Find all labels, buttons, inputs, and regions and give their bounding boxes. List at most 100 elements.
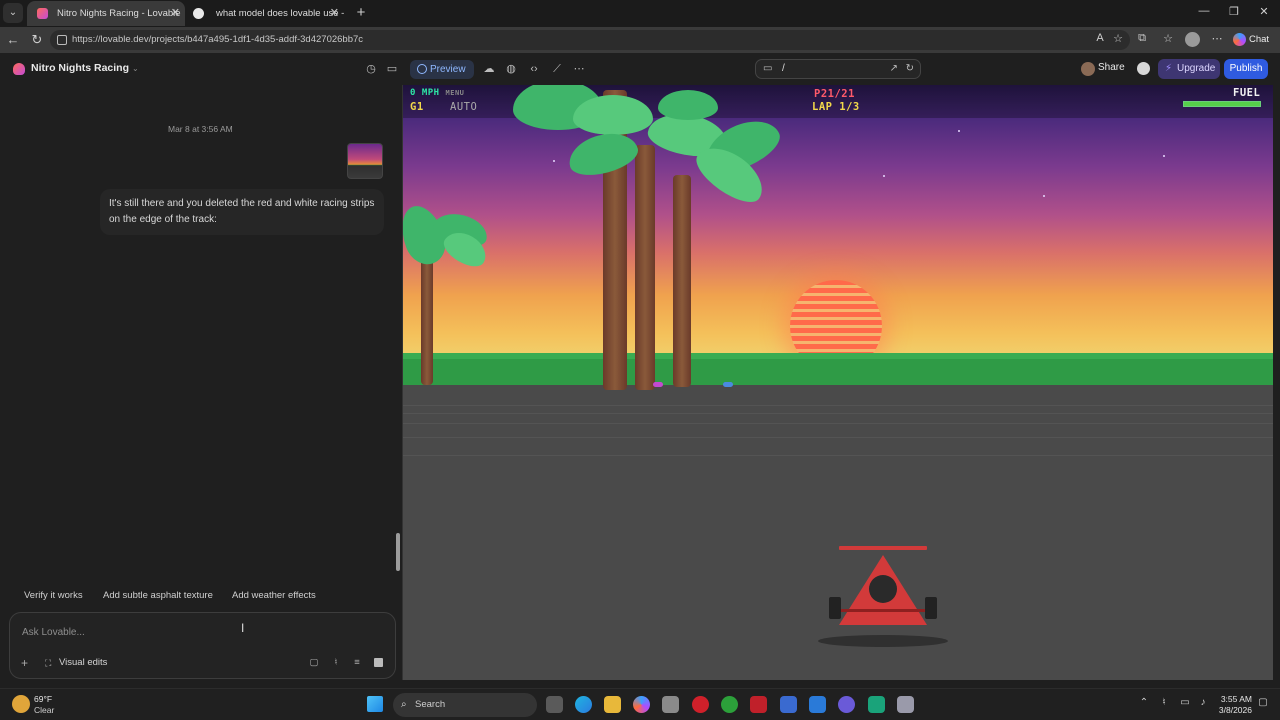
close-tab-icon[interactable]: ✕ [330, 1, 339, 26]
browser-tab-search[interactable]: what model does lovable use - Go ✕ [186, 1, 344, 26]
stop-generation-icon[interactable] [374, 658, 383, 667]
fuel-gauge [1183, 101, 1261, 107]
minimize-icon[interactable]: — [1196, 5, 1212, 17]
more-menu-icon[interactable]: ⋯ [1209, 32, 1225, 45]
visual-edits-button[interactable]: Visual edits [59, 657, 107, 668]
car-side-pod [833, 609, 933, 612]
queue-icon[interactable]: ≡ [351, 657, 363, 668]
edge-browser-icon[interactable] [575, 696, 592, 713]
taskbar-search[interactable]: ⌕ Search [393, 693, 537, 717]
speed-readout: 0 MPH [410, 88, 440, 98]
app-icon-blue[interactable] [780, 696, 797, 713]
restore-icon[interactable]: ❐ [1226, 5, 1242, 18]
add-attachment-icon[interactable]: + [21, 656, 28, 670]
palm-leaf [573, 95, 653, 135]
reload-preview-icon[interactable]: ↻ [906, 63, 914, 74]
site-info-icon[interactable] [57, 35, 67, 45]
app-icon-gray[interactable] [897, 696, 914, 713]
hud-position: P21/21 [814, 88, 855, 100]
weather-condition[interactable]: Clear [34, 705, 54, 715]
hud-gear: G1 [410, 101, 424, 113]
collaborator-avatar[interactable] [1081, 62, 1095, 76]
game-preview-canvas[interactable]: 0 MPH MENU G1 AUTO P21/21 LAP 1/3 FUEL [402, 85, 1273, 680]
outlook-icon[interactable] [809, 696, 826, 713]
url-field[interactable]: https://lovable.dev/projects/b447a495-1d… [50, 30, 1130, 50]
more-options-icon[interactable]: ⋯ [572, 62, 586, 76]
suggestion-weather-effects[interactable]: Add weather effects [232, 589, 316, 603]
microphone-icon[interactable]: ♮ [330, 657, 342, 668]
close-tab-icon[interactable]: ✕ [171, 1, 180, 26]
file-explorer-icon[interactable] [604, 696, 621, 713]
publish-button[interactable]: Publish [1224, 59, 1268, 79]
device-icon[interactable]: ▭ [763, 63, 772, 74]
tab-title: Nitro Nights Racing - Lovable [57, 8, 181, 19]
upgrade-label: Upgrade [1177, 63, 1216, 74]
extensions-icon[interactable]: ⧉ [1134, 32, 1150, 45]
refresh-icon[interactable]: ↻ [29, 32, 45, 48]
app-icon-purple[interactable] [838, 696, 855, 713]
xbox-icon[interactable] [721, 696, 738, 713]
start-menu-icon[interactable] [367, 696, 383, 712]
microphone-tray-icon[interactable]: ♮ [1157, 697, 1171, 708]
new-tab-icon[interactable]: + [352, 4, 370, 22]
hud-speed: 0 MPH MENU [410, 88, 464, 98]
hud-fuel-label: FUEL [1233, 87, 1261, 99]
app-icon-red[interactable] [750, 696, 767, 713]
weather-moon-icon[interactable] [12, 695, 30, 713]
copilot-chat-button[interactable]: Chat [1233, 31, 1269, 49]
profile-avatar[interactable] [1185, 32, 1200, 47]
volume-icon[interactable]: ♪ [1196, 697, 1210, 708]
menu-button[interactable]: MENU [446, 89, 465, 97]
favorites-icon[interactable]: ☆ [1160, 32, 1176, 45]
code-icon[interactable]: ‹› [527, 62, 541, 76]
road-stripe [403, 455, 1273, 456]
app-icon-teal[interactable] [868, 696, 885, 713]
palette-icon[interactable]: ◍ [504, 62, 518, 76]
star [883, 175, 885, 177]
history-icon[interactable]: ◷ [364, 62, 378, 76]
close-window-icon[interactable]: ✕ [1256, 5, 1272, 18]
clock-date: 3/8/2026 [1218, 705, 1252, 715]
notifications-icon[interactable]: ▢ [1256, 697, 1270, 708]
favorite-star-icon[interactable]: ☆ [1110, 32, 1126, 45]
back-icon[interactable]: ← [5, 32, 21, 48]
read-aloud-icon[interactable]: A [1092, 32, 1108, 44]
share-button[interactable]: Share [1098, 62, 1125, 73]
chat-input[interactable]: Ask Lovable... [22, 627, 85, 638]
car-cockpit [869, 575, 897, 603]
chat-panel: Mar 8 at 3:56 AM It's still there and yo… [0, 85, 402, 685]
open-external-icon[interactable]: ↗ [890, 63, 898, 74]
car-rear-wing [839, 546, 927, 550]
browser-tab-lovable[interactable]: Nitro Nights Racing - Lovable ✕ [27, 1, 185, 26]
opponent-car [723, 382, 733, 387]
analytics-icon[interactable]: ⟋ [550, 62, 564, 76]
store-icon[interactable] [662, 696, 679, 713]
user-message-text: It's still there and you deleted the red… [109, 198, 375, 225]
chat-scrollbar[interactable] [396, 533, 400, 571]
project-name-dropdown[interactable]: Nitro Nights Racing ⌄ [31, 62, 139, 74]
suggestion-asphalt-texture[interactable]: Add subtle asphalt texture [103, 589, 213, 603]
chat-mode-icon[interactable]: ▢ [308, 657, 320, 668]
toggle-sidebar-icon[interactable]: ▭ [385, 62, 399, 76]
task-view-icon[interactable] [546, 696, 563, 713]
star [1163, 155, 1165, 157]
opera-icon[interactable] [692, 696, 709, 713]
attached-screenshot-thumbnail[interactable] [347, 143, 383, 179]
lovable-logo-icon [13, 63, 25, 75]
network-icon[interactable]: ▭ [1178, 697, 1192, 708]
system-clock[interactable]: 3:55 AM 3/8/2026 [1218, 694, 1252, 716]
show-hidden-icons-icon[interactable]: ⌃ [1137, 697, 1151, 708]
copilot-app-icon[interactable] [633, 696, 650, 713]
tab-actions-menu-icon[interactable]: ⌄ [3, 3, 23, 23]
github-icon[interactable] [1137, 62, 1150, 75]
preview-button[interactable]: Preview [410, 60, 474, 79]
chevron-down-icon: ⌄ [131, 64, 139, 73]
taskbar-search-label: Search [415, 699, 446, 710]
suggestion-verify[interactable]: Verify it works [24, 589, 83, 603]
route-input[interactable]: ▭ / ↗ ↻ [755, 59, 921, 79]
app-header: Nitro Nights Racing ⌄ ◷ ▭ Preview ☁ ◍ ‹›… [0, 53, 1280, 85]
cloud-icon[interactable]: ☁ [482, 62, 496, 76]
lightning-icon: ⚡ [1165, 63, 1173, 74]
weather-temperature[interactable]: 69°F [34, 694, 52, 704]
upgrade-button[interactable]: ⚡ Upgrade [1158, 59, 1220, 79]
